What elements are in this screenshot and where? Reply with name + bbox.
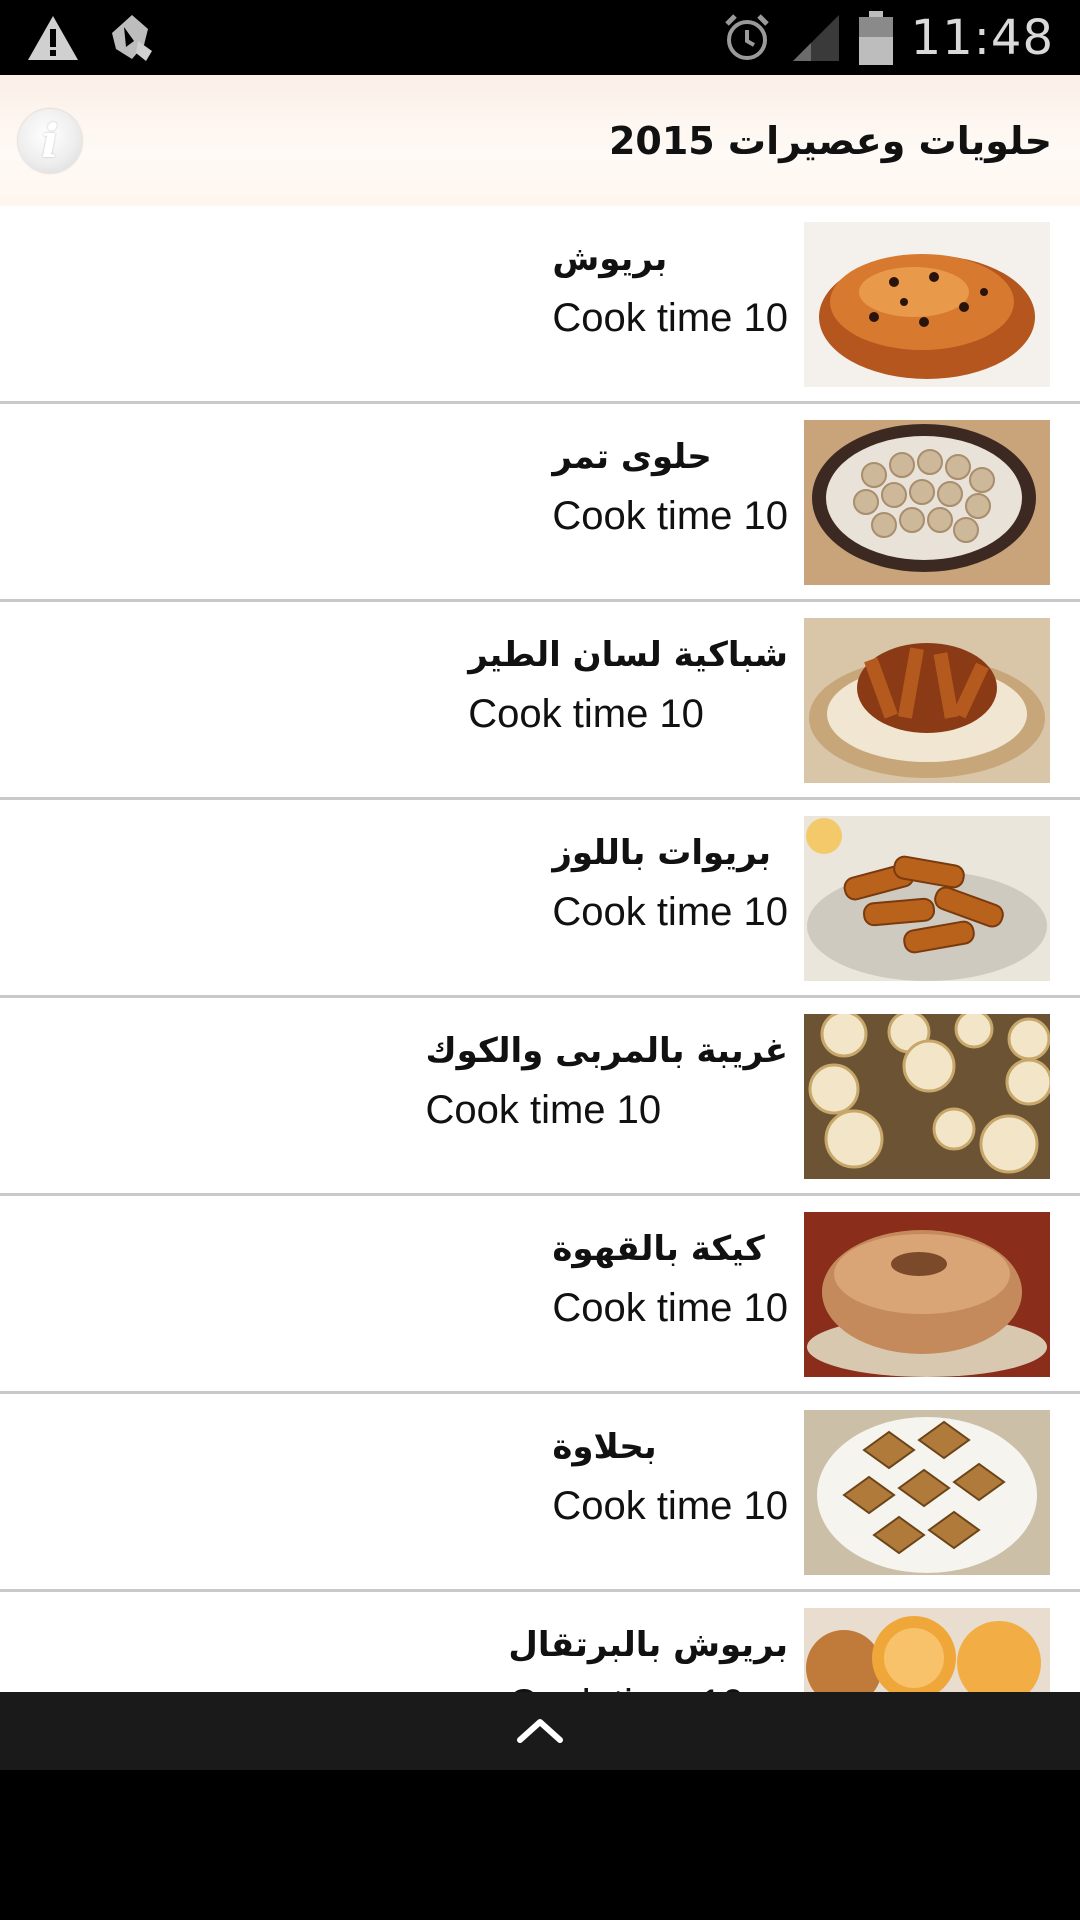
recipe-title: كيكة بالقهوة: [552, 1229, 765, 1269]
recipe-title: بريوات باللوز: [552, 833, 772, 873]
recipe-cook-time: Cook time 10: [552, 1484, 788, 1528]
battery-icon: [858, 11, 893, 65]
status-bar: 11:48: [0, 0, 1080, 75]
recipe-text: حلوى تمر Cook time 10: [552, 426, 788, 539]
recipe-list[interactable]: بريوش Cook time 10 حلوى تمر Cook time 10: [0, 206, 1080, 1692]
recipe-title: شباكية لسان الطير: [468, 635, 788, 675]
recipe-cook-time: Cook time 10: [468, 692, 704, 736]
baklava-photo: [804, 1410, 1050, 1575]
list-item[interactable]: بريوش بالبرتقال Cook time 10: [0, 1592, 1080, 1692]
recipe-cook-time: Cook time 10: [552, 494, 788, 538]
brioche-photo: [804, 222, 1050, 387]
recipe-title: بريوش بالبرتقال: [508, 1625, 788, 1665]
alarm-icon: [721, 12, 773, 64]
list-item[interactable]: بريوش Cook time 10: [0, 206, 1080, 404]
ghriba-photo: [804, 1014, 1050, 1179]
recipe-title: غريبة بالمربى والكوك: [425, 1031, 788, 1071]
bottom-bar: [0, 1692, 1080, 1770]
recipe-text: شباكية لسان الطير Cook time 10: [468, 624, 788, 737]
recipe-cook-time: Cook time 10: [552, 296, 788, 340]
list-item[interactable]: غريبة بالمربى والكوك Cook time 10: [0, 998, 1080, 1196]
recipe-cook-time: Cook time 10: [425, 1088, 662, 1132]
recipe-cook-time: Cook time 10: [552, 1286, 788, 1330]
recipe-cook-time: Cook time 10: [552, 890, 788, 934]
recipe-text: بريوش بالبرتقال Cook time 10: [508, 1614, 788, 1692]
signal-icon: [791, 13, 841, 63]
recipe-text: غريبة بالمربى والكوك Cook time 10: [425, 1020, 788, 1133]
list-item[interactable]: بحلاوة Cook time 10: [0, 1394, 1080, 1592]
briouats-photo: [804, 816, 1050, 981]
recipe-text: كيكة بالقهوة Cook time 10: [552, 1218, 788, 1331]
info-icon[interactable]: i: [18, 109, 82, 173]
app-notification-icon: [104, 11, 160, 65]
orange-brioche-photo: [804, 1608, 1050, 1692]
date-sweets-photo: [804, 420, 1050, 585]
warning-icon: [26, 14, 80, 62]
recipe-cook-time: Cook time 10: [508, 1682, 788, 1692]
list-item[interactable]: كيكة بالقهوة Cook time 10: [0, 1196, 1080, 1394]
recipe-title: بريوش: [552, 239, 668, 279]
coffee-cake-photo: [804, 1212, 1050, 1377]
chevron-up-icon[interactable]: [515, 1714, 565, 1748]
clock-time: 11:48: [910, 10, 1054, 66]
recipe-text: بريوش Cook time 10: [552, 228, 788, 341]
list-item[interactable]: حلوى تمر Cook time 10: [0, 404, 1080, 602]
list-item[interactable]: شباكية لسان الطير Cook time 10: [0, 602, 1080, 800]
app-title: حلويات وعصيرات 2015: [608, 119, 1052, 163]
recipe-title: حلوى تمر: [552, 437, 712, 477]
recipe-text: بحلاوة Cook time 10: [552, 1416, 788, 1529]
recipe-text: بريوات باللوز Cook time 10: [552, 822, 788, 935]
list-item[interactable]: بريوات باللوز Cook time 10: [0, 800, 1080, 998]
recipe-title: بحلاوة: [552, 1427, 657, 1467]
app-header: i حلويات وعصيرات 2015: [0, 75, 1080, 206]
chebakia-photo: [804, 618, 1050, 783]
